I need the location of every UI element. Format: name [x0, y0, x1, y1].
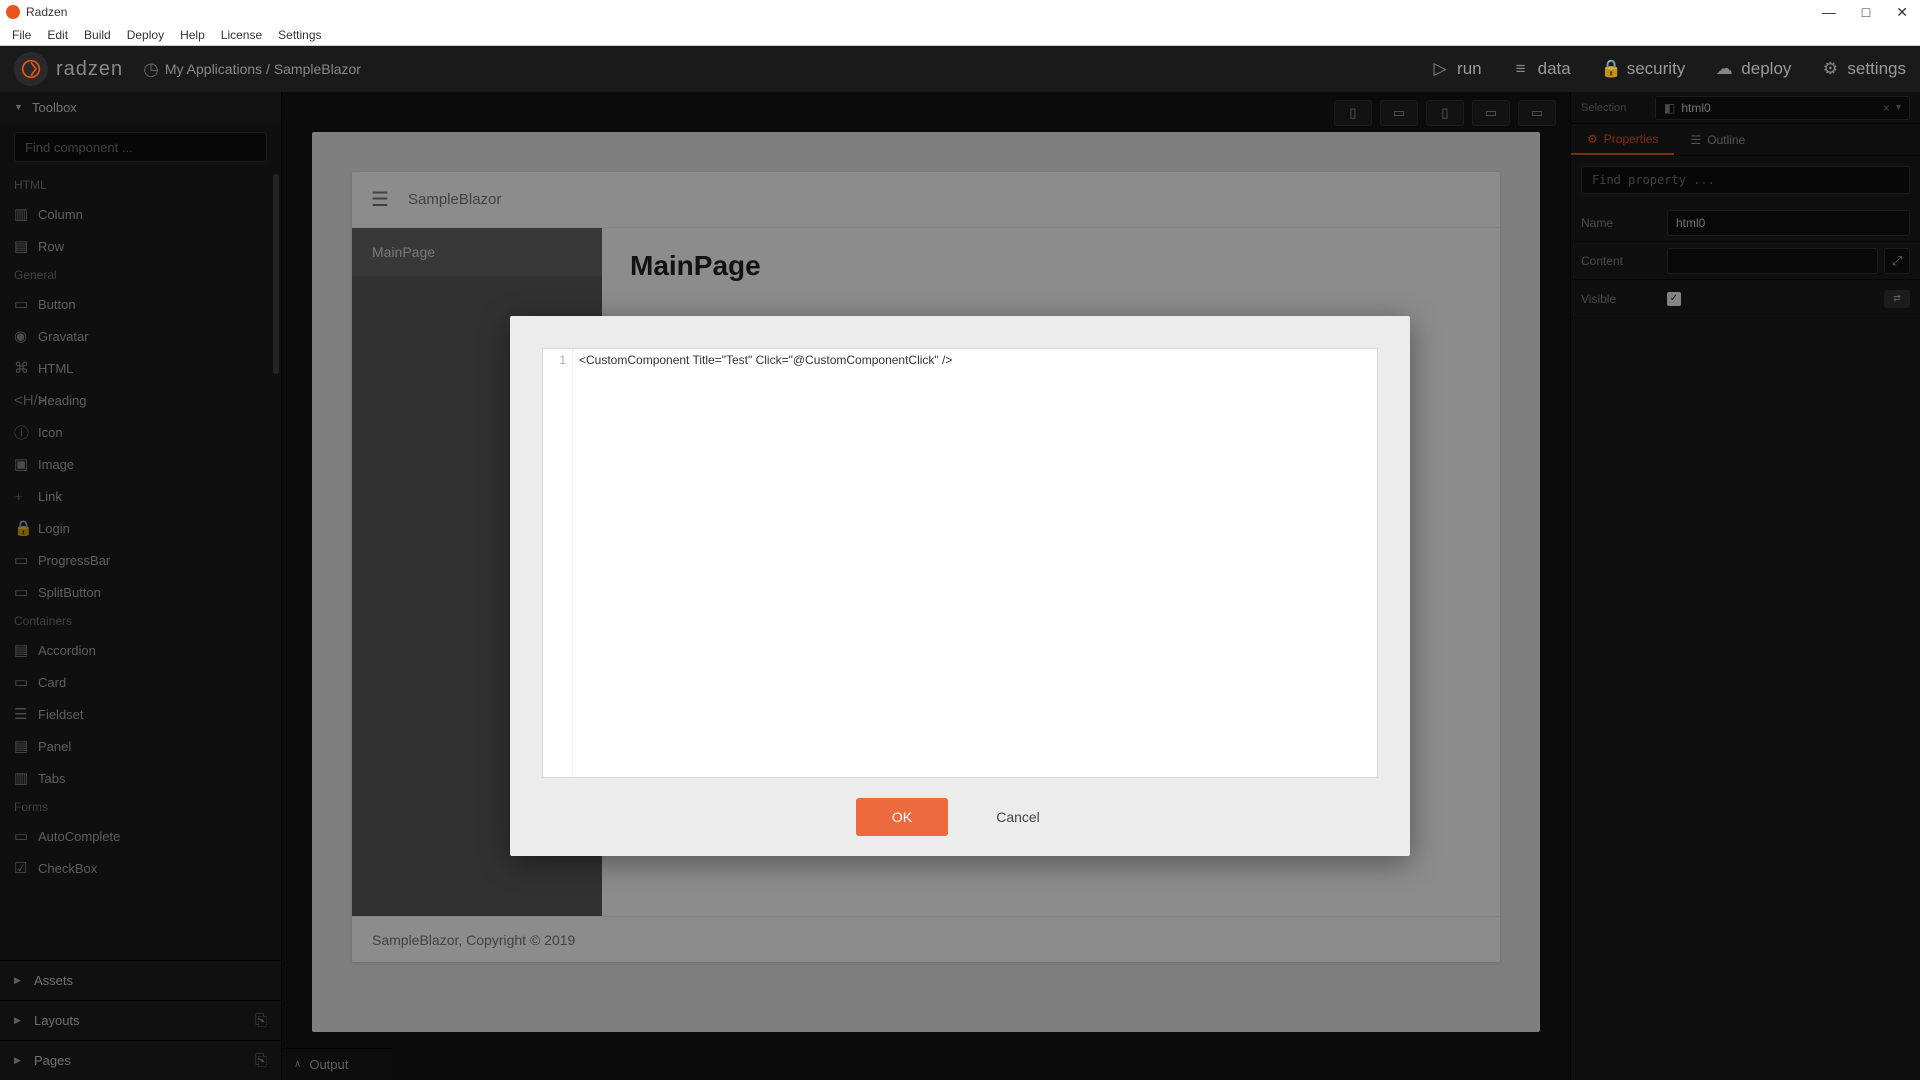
dashboard-icon[interactable]: ◷ [143, 59, 159, 80]
menu-settings[interactable]: Settings [270, 26, 329, 44]
cloud-icon: ☁ [1715, 59, 1733, 79]
settings-button[interactable]: ⚙settings [1821, 59, 1906, 79]
window-close-icon[interactable]: ✕ [1896, 4, 1908, 21]
brand-logo-icon [14, 52, 48, 86]
app-icon [6, 5, 20, 19]
app-header: radzen ◷ My Applications / SampleBlazor … [0, 46, 1920, 92]
brand-text: radzen [56, 58, 123, 81]
menu-edit[interactable]: Edit [39, 26, 76, 44]
lock-icon: 🔒 [1601, 59, 1619, 79]
menu-help[interactable]: Help [172, 26, 213, 44]
window-maximize-icon[interactable]: □ [1862, 4, 1870, 21]
database-icon: ≡ [1512, 59, 1530, 79]
play-icon: ▷ [1431, 59, 1449, 79]
code-editor[interactable]: 1 <CustomComponent Title="Test" Click="@… [542, 348, 1378, 778]
data-button[interactable]: ≡data [1512, 59, 1571, 79]
menu-file[interactable]: File [4, 26, 39, 44]
breadcrumb[interactable]: My Applications / SampleBlazor [165, 61, 361, 77]
content-editor-modal: 1 <CustomComponent Title="Test" Click="@… [510, 316, 1410, 856]
ok-button[interactable]: OK [856, 798, 948, 836]
window-title: Radzen [26, 5, 67, 19]
window-minimize-icon[interactable]: — [1822, 4, 1836, 21]
cancel-button[interactable]: Cancel [972, 798, 1064, 836]
menu-bar: File Edit Build Deploy Help License Sett… [0, 24, 1920, 46]
window-titlebar: Radzen — □ ✕ [0, 0, 1920, 24]
security-button[interactable]: 🔒security [1601, 59, 1686, 79]
menu-deploy[interactable]: Deploy [119, 26, 172, 44]
editor-code[interactable]: <CustomComponent Title="Test" Click="@Cu… [573, 349, 1377, 777]
deploy-button[interactable]: ☁deploy [1715, 59, 1791, 79]
editor-gutter: 1 [543, 349, 573, 777]
menu-build[interactable]: Build [76, 26, 119, 44]
gear-icon: ⚙ [1821, 59, 1839, 79]
run-button[interactable]: ▷run [1431, 59, 1482, 79]
menu-license[interactable]: License [213, 26, 270, 44]
